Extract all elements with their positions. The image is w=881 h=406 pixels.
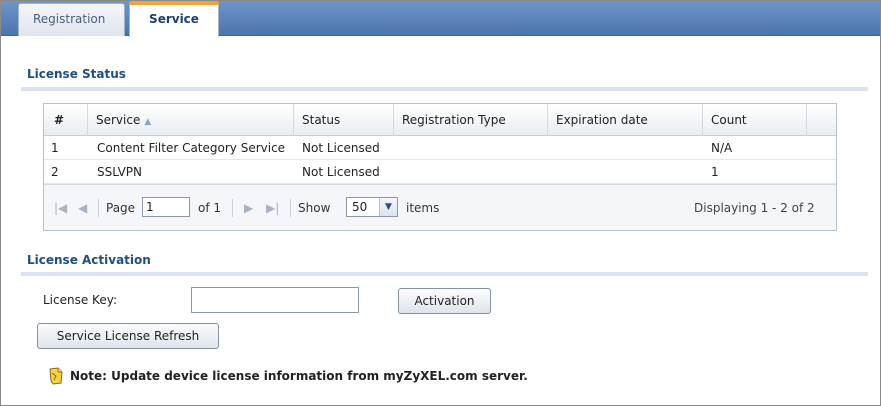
column-header-status[interactable]: Status [294,104,394,136]
previous-page-icon[interactable]: ◀ [78,199,87,217]
note-text: Note: Update device license information … [70,369,528,383]
column-header-service[interactable]: Service ▲ [88,104,294,136]
license-status-title: License Status [27,67,126,81]
service-license-refresh-button[interactable]: Service License Refresh [37,323,219,349]
cell-expiration-date [548,160,703,184]
column-header-count[interactable]: Count [703,104,807,136]
page-label: Page [106,201,136,215]
license-service-panel: Registration Service License Status # Se… [0,0,881,406]
cell-expiration-date [548,136,703,160]
section-divider [21,87,868,91]
pager-separator [98,199,99,217]
license-key-input[interactable] [191,287,359,313]
section-divider [21,272,868,276]
cell-service: Content Filter Category Service [97,141,286,155]
last-page-icon[interactable]: ▶| [266,199,279,217]
tab-registration[interactable]: Registration [18,3,125,36]
license-status-table: # Service ▲ Status Registration Type Expi… [43,103,837,231]
table-header: # Service ▲ Status Registration Type Expi… [44,104,836,136]
first-page-icon[interactable]: |◀ [54,199,67,217]
page-number-input[interactable]: 1 [142,197,190,217]
cell-count: 1 [711,165,719,179]
pager-separator [232,199,233,217]
table-row[interactable]: 1 Content Filter Category Service Not Li… [44,136,836,160]
next-page-icon[interactable]: ▶ [244,199,253,217]
cell-service: SSLVPN [97,165,143,179]
page-size-select[interactable]: 50 ▼ [346,197,398,217]
displaying-summary: Displaying 1 - 2 of 2 [694,201,815,215]
column-header-registration-type[interactable]: Registration Type [394,104,548,136]
page-size-value: 50 [352,200,368,214]
tab-service[interactable]: Service [129,1,219,37]
pager-separator [290,199,291,217]
cell-number: 1 [51,141,59,155]
items-label: items [406,201,440,215]
table-row[interactable]: 2 SSLVPN Not Licensed 1 [44,160,836,184]
cell-registration-type [394,160,548,184]
sort-ascending-icon: ▲ [144,117,152,127]
show-label: Show [298,201,331,215]
license-activation-title: License Activation [27,253,151,267]
cell-status: Not Licensed [302,165,380,179]
activation-button[interactable]: Activation [398,288,491,314]
page-count-label: of 1 [198,201,222,215]
chevron-down-icon: ▼ [379,198,397,216]
tab-strip: Registration Service [1,1,880,37]
table-pager: |◀ ◀ Page 1 of 1 ▶ ▶| Show 50 ▼ items Dis… [44,184,836,230]
cell-number: 2 [51,165,59,179]
note-icon [49,367,63,385]
column-header-expiration-date[interactable]: Expiration date [548,104,703,136]
license-key-label: License Key: [43,293,117,307]
column-header-number[interactable]: # [44,104,88,136]
cell-registration-type [394,136,548,160]
column-header-service-label: Service [96,113,141,127]
cell-count: N/A [711,141,733,155]
cell-status: Not Licensed [302,141,380,155]
